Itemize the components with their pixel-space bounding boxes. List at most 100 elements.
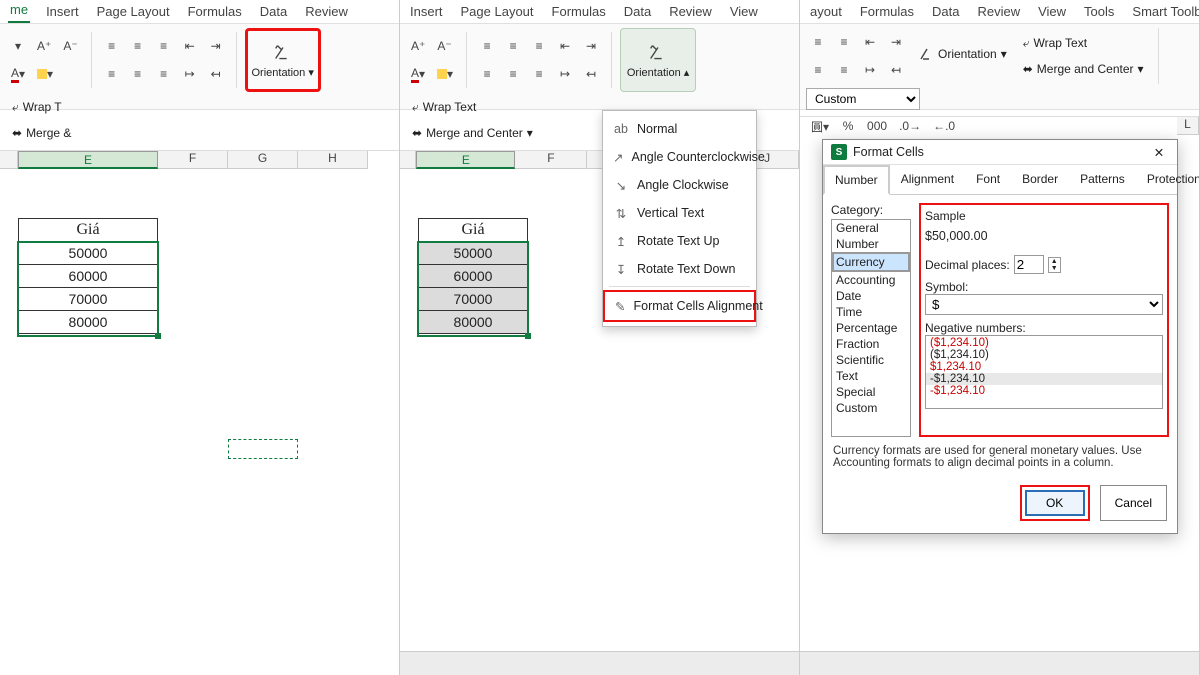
cat-custom[interactable]: Custom bbox=[832, 400, 910, 416]
rtl-icon[interactable]: ↤ bbox=[579, 62, 603, 86]
spin-up-icon[interactable]: ▲ bbox=[1049, 258, 1060, 265]
col-header-f[interactable]: F bbox=[158, 151, 228, 169]
align-right-icon[interactable]: ≡ bbox=[832, 58, 856, 82]
align-center-icon[interactable]: ≡ bbox=[126, 62, 150, 86]
decimal-places-input[interactable] bbox=[1014, 255, 1044, 274]
tab-pagelayout[interactable]: Page Layout bbox=[459, 2, 536, 23]
tab-pagelayout[interactable]: Page Layout bbox=[95, 2, 172, 23]
orientation-button[interactable]: Orientation ▾ bbox=[245, 28, 321, 92]
menu-angle-ccw[interactable]: ↗Angle Counterclockwise bbox=[603, 143, 756, 171]
cancel-button[interactable]: Cancel bbox=[1100, 485, 1167, 521]
rtl-icon[interactable]: ↤ bbox=[884, 58, 908, 82]
decrease-font-icon[interactable]: A⁻ bbox=[58, 34, 82, 58]
col-header-h[interactable]: H bbox=[298, 151, 368, 169]
align-top-icon[interactable]: ≡ bbox=[806, 30, 830, 54]
merge-button[interactable]: ⬌Merge and Center ▾ bbox=[1017, 58, 1150, 80]
symbol-select[interactable]: $ bbox=[925, 294, 1163, 315]
align-bottom-icon[interactable]: ≡ bbox=[832, 30, 856, 54]
negative-list[interactable]: ($1,234.10) ($1,234.10) $1,234.10 -$1,23… bbox=[925, 335, 1163, 409]
cat-number[interactable]: Number bbox=[832, 236, 910, 252]
align-center-icon[interactable]: ≡ bbox=[501, 62, 525, 86]
tab-view[interactable]: View bbox=[1036, 2, 1068, 23]
wrap-text-button[interactable]: ⤶Wrap Text bbox=[406, 96, 539, 118]
align-right-icon[interactable]: ≡ bbox=[152, 62, 176, 86]
spin-down-icon[interactable]: ▼ bbox=[1049, 265, 1060, 272]
align-left-icon[interactable]: ≡ bbox=[475, 62, 499, 86]
menu-normal[interactable]: abNormal bbox=[603, 115, 756, 143]
menu-rotate-up[interactable]: ↥Rotate Text Up bbox=[603, 227, 756, 255]
tab-review[interactable]: Review bbox=[667, 2, 714, 23]
table-row[interactable]: 60000 bbox=[18, 264, 158, 288]
merge-button[interactable]: ⬌Merge and Center ▾ bbox=[406, 122, 539, 144]
neg-option[interactable]: $1,234.10 bbox=[926, 361, 1162, 373]
increase-indent-icon[interactable]: ⇥ bbox=[204, 34, 228, 58]
menu-vertical[interactable]: ⇅Vertical Text bbox=[603, 199, 756, 227]
fill-color-icon[interactable]: ▾ bbox=[432, 62, 458, 86]
wrap-text-button[interactable]: ⤶Wrap T bbox=[6, 96, 77, 118]
align-middle-icon[interactable]: ≡ bbox=[501, 34, 525, 58]
table-row[interactable]: 50000 bbox=[18, 241, 158, 265]
tab-insert[interactable]: Insert bbox=[44, 2, 81, 23]
table-row[interactable]: 80000 bbox=[418, 310, 528, 334]
tab-tools[interactable]: Tools bbox=[1082, 2, 1116, 23]
align-middle-icon[interactable]: ≡ bbox=[126, 34, 150, 58]
align-bottom-icon[interactable]: ≡ bbox=[527, 34, 551, 58]
tab-review[interactable]: Review bbox=[303, 2, 350, 23]
table-row[interactable]: 80000 bbox=[18, 310, 158, 334]
col-header-f[interactable]: F bbox=[515, 151, 587, 169]
decrease-indent-icon[interactable]: ⇤ bbox=[858, 30, 882, 54]
number-format-select[interactable]: Custom bbox=[806, 88, 920, 110]
tab-formulas[interactable]: Formulas bbox=[186, 2, 244, 23]
dialog-tab-protection[interactable]: Protection bbox=[1136, 165, 1200, 195]
neg-option[interactable]: ($1,234.10) bbox=[926, 349, 1162, 361]
tab-review[interactable]: Review bbox=[975, 2, 1022, 23]
align-top-icon[interactable]: ≡ bbox=[100, 34, 124, 58]
align-right-icon[interactable]: ≡ bbox=[527, 62, 551, 86]
font-color-icon[interactable]: A▾ bbox=[406, 62, 430, 86]
category-list[interactable]: General Number Currency Accounting Date … bbox=[831, 219, 911, 437]
tab-formulas[interactable]: Formulas bbox=[550, 2, 608, 23]
cat-time[interactable]: Time bbox=[832, 304, 910, 320]
increase-font-icon[interactable]: A⁺ bbox=[32, 34, 56, 58]
tab-formulas[interactable]: Formulas bbox=[858, 2, 916, 23]
tab-insert[interactable]: Insert bbox=[408, 2, 445, 23]
close-icon[interactable]: ✕ bbox=[1149, 145, 1169, 160]
neg-option[interactable]: -$1,234.10 bbox=[926, 385, 1162, 397]
dialog-tab-alignment[interactable]: Alignment bbox=[890, 165, 965, 195]
table-row[interactable]: 70000 bbox=[18, 287, 158, 311]
cat-scientific[interactable]: Scientific bbox=[832, 352, 910, 368]
cat-fraction[interactable]: Fraction bbox=[832, 336, 910, 352]
cat-percentage[interactable]: Percentage bbox=[832, 320, 910, 336]
decrease-font-icon[interactable]: A⁻ bbox=[432, 34, 456, 58]
wrap-text-button[interactable]: ⤶Wrap Text bbox=[1017, 32, 1150, 54]
dialog-tab-font[interactable]: Font bbox=[965, 165, 1011, 195]
orientation-button[interactable]: Orientation ▴ bbox=[620, 28, 696, 92]
tab-pagelayout[interactable]: ayout bbox=[808, 2, 844, 23]
increase-indent-icon[interactable]: ⇥ bbox=[884, 30, 908, 54]
dialog-tab-border[interactable]: Border bbox=[1011, 165, 1069, 195]
menu-rotate-down[interactable]: ↧Rotate Text Down bbox=[603, 255, 756, 283]
cat-special[interactable]: Special bbox=[832, 384, 910, 400]
decrease-indent-icon[interactable]: ⇤ bbox=[553, 34, 577, 58]
decrease-indent-icon[interactable]: ⇤ bbox=[178, 34, 202, 58]
sheet-tabs-bar[interactable] bbox=[400, 651, 799, 675]
tab-data[interactable]: Data bbox=[622, 2, 653, 23]
align-left-icon[interactable]: ≡ bbox=[100, 62, 124, 86]
tab-view[interactable]: View bbox=[728, 2, 760, 23]
tab-home[interactable]: me bbox=[8, 0, 30, 23]
tab-smart[interactable]: Smart Toolb bbox=[1130, 2, 1200, 23]
col-header-e[interactable]: E bbox=[416, 151, 515, 169]
col-header-g[interactable]: G bbox=[228, 151, 298, 169]
menu-angle-cw[interactable]: ↘Angle Clockwise bbox=[603, 171, 756, 199]
cat-text[interactable]: Text bbox=[832, 368, 910, 384]
ltr-icon[interactable]: ↦ bbox=[858, 58, 882, 82]
neg-option[interactable]: ($1,234.10) bbox=[926, 337, 1162, 349]
merge-button[interactable]: ⬌Merge & bbox=[6, 122, 77, 144]
col-header-l[interactable]: L bbox=[1177, 117, 1199, 135]
dialog-tab-number[interactable]: Number bbox=[823, 165, 890, 195]
table-row[interactable]: 70000 bbox=[418, 287, 528, 311]
cat-accounting[interactable]: Accounting bbox=[832, 272, 910, 288]
table-row[interactable]: 60000 bbox=[418, 264, 528, 288]
neg-option[interactable]: -$1,234.10 bbox=[926, 373, 1162, 385]
align-bottom-icon[interactable]: ≡ bbox=[152, 34, 176, 58]
